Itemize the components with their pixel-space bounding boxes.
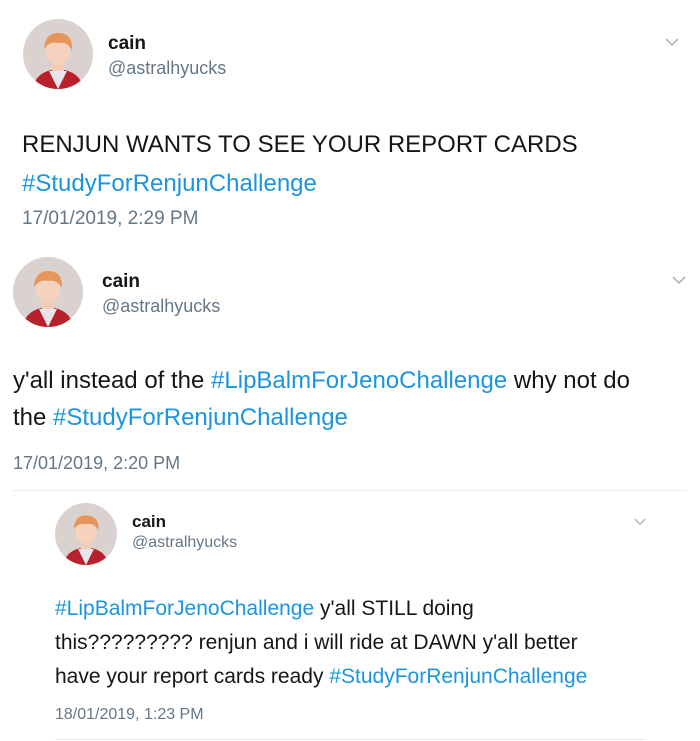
user-handle[interactable]: @astralhyucks xyxy=(132,534,237,552)
tweet-text: y'all instead of the #LipBalmForJenoChal… xyxy=(13,362,630,436)
avatar[interactable] xyxy=(55,503,117,565)
tweet-text-segment: y'all instead of the xyxy=(13,367,212,394)
tweet-line: have your report cards ready #StudyForRe… xyxy=(55,660,587,694)
timestamp[interactable]: 18/01/2019, 1:23 PM xyxy=(55,706,204,724)
hashtag-link[interactable]: #LipBalmForJenoChallenge xyxy=(55,597,314,620)
chevron-down-icon[interactable] xyxy=(665,38,679,47)
tweet-line: the #StudyForRenjunChallenge xyxy=(13,399,630,436)
divider xyxy=(55,739,645,740)
tweet-text-segment: the xyxy=(13,404,54,431)
tweet-line: y'all instead of the #LipBalmForJenoChal… xyxy=(13,362,630,399)
tweet-text-segment: this????????? renjun and i will ride at … xyxy=(55,631,578,654)
tweet-2: cain @astralhyucks y'all instead of the … xyxy=(0,246,700,491)
tweet-text-segment: why not do xyxy=(507,367,630,394)
chevron-down-icon[interactable] xyxy=(634,518,646,526)
tweet-3: cain @astralhyucks #LipBalmForJenoChalle… xyxy=(0,491,700,741)
hashtag-link[interactable]: #StudyForRenjunChallenge xyxy=(329,665,587,688)
tweet-text-segment: RENJUN WANTS TO SEE YOUR REPORT CARDS xyxy=(22,131,578,158)
display-name[interactable]: cain xyxy=(102,271,140,293)
tweet-text-segment: y'all STILL doing xyxy=(314,597,474,620)
hashtag-link[interactable]: #StudyForRenjunChallenge xyxy=(53,404,348,431)
tweet-1: cain @astralhyucks RENJUN WANTS TO SEE Y… xyxy=(0,0,700,246)
display-name[interactable]: cain xyxy=(108,33,146,55)
hashtag-link[interactable]: #LipBalmForJenoChallenge xyxy=(211,367,507,394)
chevron-down-icon[interactable] xyxy=(672,276,686,285)
tweet-line: this????????? renjun and i will ride at … xyxy=(55,626,587,660)
tweet-line: #LipBalmForJenoChallenge y'all STILL doi… xyxy=(55,592,587,626)
avatar[interactable] xyxy=(23,19,93,89)
tweet-text: RENJUN WANTS TO SEE YOUR REPORT CARDS #St… xyxy=(22,125,578,203)
tweet-text: #LipBalmForJenoChallenge y'all STILL doi… xyxy=(55,592,587,694)
user-handle[interactable]: @astralhyucks xyxy=(108,58,226,79)
tweet-text-segment: have your report cards ready xyxy=(55,665,330,688)
hashtag-link[interactable]: #StudyForRenjunChallenge xyxy=(22,170,317,197)
display-name[interactable]: cain xyxy=(132,512,166,532)
timestamp[interactable]: 17/01/2019, 2:20 PM xyxy=(13,453,180,474)
avatar[interactable] xyxy=(13,257,83,327)
tweet-line: #StudyForRenjunChallenge xyxy=(22,164,578,203)
timestamp[interactable]: 17/01/2019, 2:29 PM xyxy=(22,208,198,230)
user-handle[interactable]: @astralhyucks xyxy=(102,296,220,317)
tweet-line: RENJUN WANTS TO SEE YOUR REPORT CARDS xyxy=(22,125,578,164)
